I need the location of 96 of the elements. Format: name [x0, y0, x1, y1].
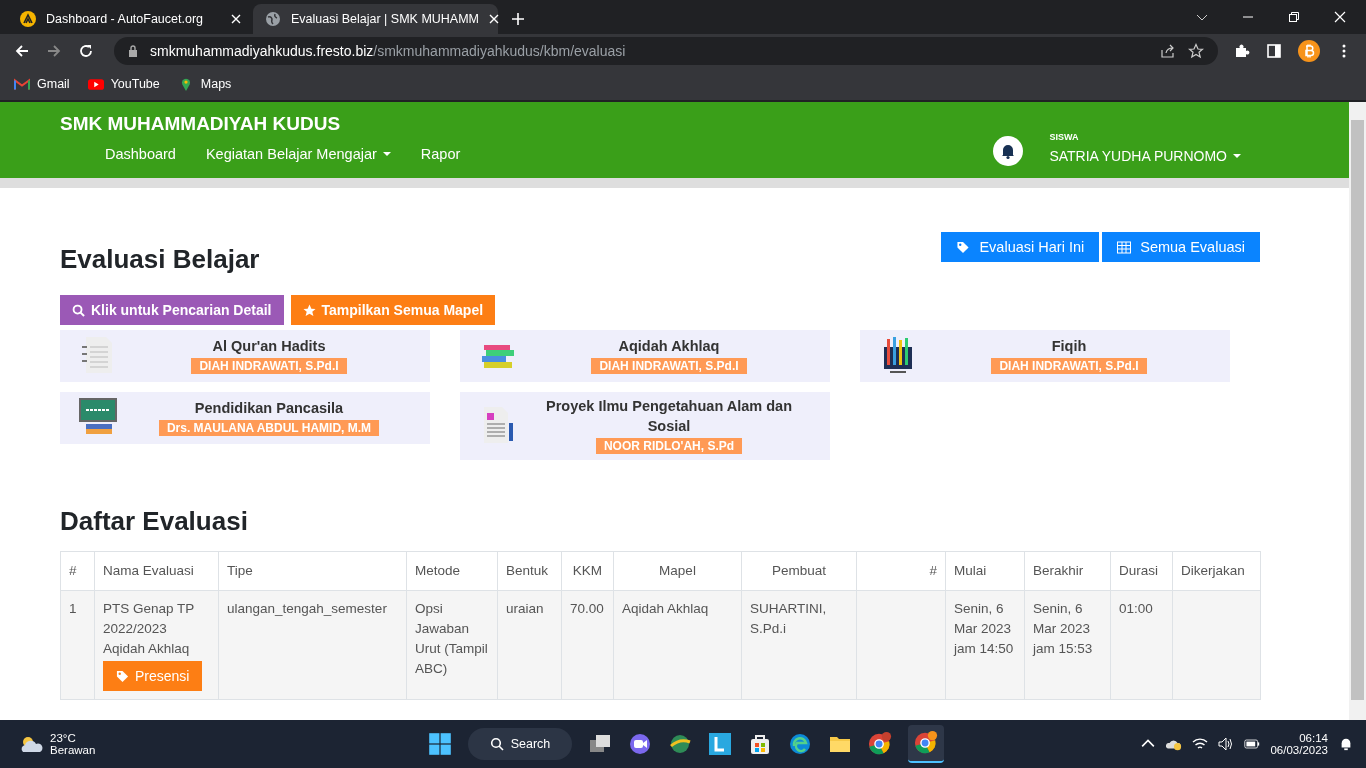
table-cell: SUHARTINI, S.Pd.i: [741, 590, 857, 700]
star-icon: [302, 303, 316, 317]
bell-icon[interactable]: [993, 136, 1024, 166]
tag-icon: [956, 240, 971, 254]
bookmark[interactable]: YouTube: [87, 77, 160, 91]
back-arrow-icon[interactable]: [14, 43, 30, 59]
star-icon[interactable]: [1188, 43, 1204, 59]
mail-icon: [14, 77, 30, 91]
bitcoin-icon[interactable]: [1298, 40, 1320, 62]
column-header: Mapel: [613, 551, 742, 591]
column-header: Mulai: [945, 551, 1025, 591]
subject-name: Al Qur'an Hadits: [212, 337, 326, 356]
chrome-icon[interactable]: [868, 732, 893, 756]
column-header: Metode: [406, 551, 498, 591]
subject-card[interactable]: Aqidah Akhlaq DIAH INDRAWATI, S.Pd.I: [460, 330, 830, 382]
reload-icon[interactable]: [78, 43, 94, 59]
subject-card[interactable]: Proyek Ilmu Pengetahuan Alam dan Sosial NOOR RIDLO'AH, S.Pd: [460, 392, 830, 460]
table-cell: uraian: [497, 590, 562, 700]
clock-date: 06/03/2023: [1270, 744, 1328, 756]
tab-title: Dashboard - AutoFaucet.org: [46, 12, 205, 26]
teacher-badge: DIAH INDRAWATI, S.Pd.I: [991, 358, 1147, 374]
teacher-badge: DIAH INDRAWATI, S.Pd.I: [591, 358, 747, 374]
address-bar[interactable]: smkmuhammadiyahkudus.fresto.biz/smkmuhammadiyahkudus/kbm/evaluasi: [114, 37, 1218, 65]
close-icon[interactable]: [1334, 11, 1346, 23]
logo-icon: [20, 11, 36, 27]
tag-icon: [116, 669, 129, 683]
column-header: Pembuat: [741, 551, 857, 591]
subject-name: Fiqih: [1051, 337, 1087, 356]
evaluation-name: PTS Genap TP 2022/2023 Aqidah Akhlaq: [103, 600, 196, 658]
letter-l-app-icon[interactable]: [708, 732, 733, 756]
user-role: SISWA: [1049, 132, 1080, 142]
page-title: Evaluasi Belajar: [60, 244, 260, 275]
bookmark[interactable]: Gmail: [14, 77, 70, 91]
column-header: KKM: [561, 551, 614, 591]
chalkboard-icon: [78, 397, 118, 437]
browser-tab[interactable]: Dashboard - AutoFaucet.org: [8, 4, 253, 34]
column-header: Berakhir: [1024, 551, 1111, 591]
table-cell: 1: [60, 590, 95, 700]
column-header: Durasi: [1110, 551, 1173, 591]
chrome-icon[interactable]: [914, 731, 939, 755]
battery-icon[interactable]: [1244, 737, 1261, 751]
weather-label: Berawan: [50, 744, 96, 756]
browser-tab[interactable]: Evaluasi Belajar | SMK MUHAMM: [253, 4, 498, 34]
table-cell: Aqidah Akhlaq: [613, 590, 742, 700]
clock-time: 06:14: [1299, 732, 1328, 744]
table-cell: ulangan_tengah_semester: [218, 590, 407, 700]
speaker-icon[interactable]: [1218, 737, 1235, 751]
restore-icon[interactable]: [1288, 11, 1300, 23]
subject-name: Pendidikan Pancasila: [194, 399, 344, 418]
column-header: Nama Evaluasi: [94, 551, 219, 591]
teacher-badge: Drs. MAULANA ABDUL HAMID, M.M: [158, 420, 380, 436]
table-cell: 70.00: [561, 590, 614, 700]
globe-icon: [265, 11, 281, 27]
table-cell: 01:00: [1110, 590, 1173, 700]
table-cell: Senin, 6 Mar 2023 jam 15:53: [1024, 590, 1111, 700]
close-icon[interactable]: [231, 14, 241, 24]
close-icon[interactable]: [489, 14, 499, 24]
puzzle-icon[interactable]: [1234, 43, 1250, 59]
subject-name: Aqidah Akhlaq: [618, 337, 720, 356]
subject-card[interactable]: Al Qur'an Hadits DIAH INDRAWATI, S.Pd.I: [60, 330, 430, 382]
video-chat-icon[interactable]: [628, 732, 653, 756]
table-icon: [1117, 240, 1132, 254]
subject-card[interactable]: Fiqih DIAH INDRAWATI, S.Pd.I: [860, 330, 1230, 382]
column-header: Tipe: [218, 551, 407, 591]
url-text: smkmuhammadiyahkudus.fresto.biz/smkmuhammadiyahkudus/kbm/evaluasi: [150, 43, 626, 59]
evaluation-button[interactable]: Evaluasi Hari Ini: [941, 232, 1100, 262]
teacher-badge: DIAH INDRAWATI, S.Pd.I: [191, 358, 347, 374]
subject-card[interactable]: Pendidikan Pancasila Drs. MAULANA ABDUL HAMID, M.M: [60, 392, 430, 444]
temperature: 23°C: [50, 732, 77, 744]
table-cell: Senin, 6 Mar 2023 jam 14:50: [945, 590, 1025, 700]
column-header: Bentuk: [497, 551, 562, 591]
column-header: Dikerjakan: [1172, 551, 1261, 591]
share-icon[interactable]: [1160, 43, 1176, 59]
search-icon: [72, 303, 85, 317]
search-icon: [489, 737, 504, 751]
bookmark[interactable]: Maps: [177, 77, 232, 91]
wifi-icon[interactable]: [1192, 737, 1209, 751]
filter-button[interactable]: Klik untuk Pencarian Detail: [60, 295, 284, 325]
windows-start-icon[interactable]: [427, 732, 452, 756]
evaluation-button[interactable]: Semua Evaluasi: [1102, 232, 1260, 262]
new-tab-icon[interactable]: [512, 13, 524, 25]
subject-name: Proyek Ilmu Pengetahuan Alam dan Sosial: [545, 397, 793, 436]
table-cell: Opsi Jawaban Urut (Tampil ABC): [406, 590, 498, 700]
edge-browser-icon[interactable]: [788, 732, 813, 756]
lock-icon: [128, 45, 138, 57]
forward-arrow-icon[interactable]: [46, 43, 62, 59]
column-header: #: [60, 551, 95, 591]
teacher-badge: NOOR RIDLO'AH, S.Pd: [595, 438, 743, 454]
scrollbar-thumb[interactable]: [1351, 120, 1364, 700]
taskbar-search[interactable]: Search: [467, 728, 573, 760]
side-panel-icon[interactable]: [1266, 43, 1282, 59]
tab-title: Evaluasi Belajar | SMK MUHAMM: [291, 12, 479, 26]
section-title: Daftar Evaluasi: [60, 506, 249, 537]
column-header: #: [856, 551, 946, 591]
scrollbar[interactable]: [1349, 102, 1366, 720]
play-icon: [87, 77, 104, 91]
